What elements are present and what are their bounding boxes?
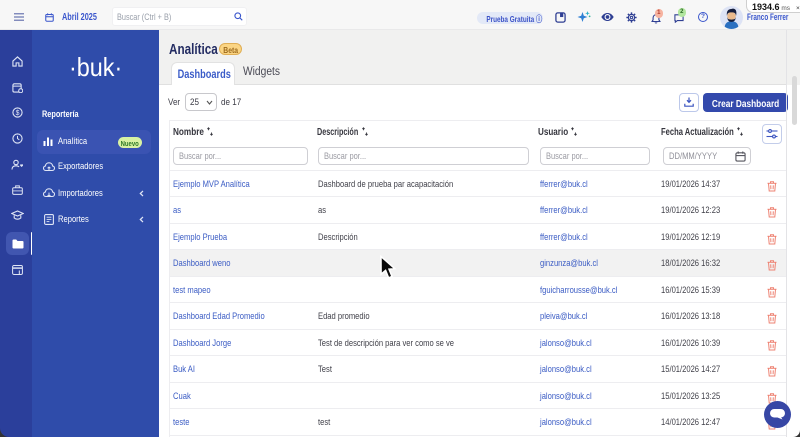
svg-text:$: $ [16,110,20,117]
